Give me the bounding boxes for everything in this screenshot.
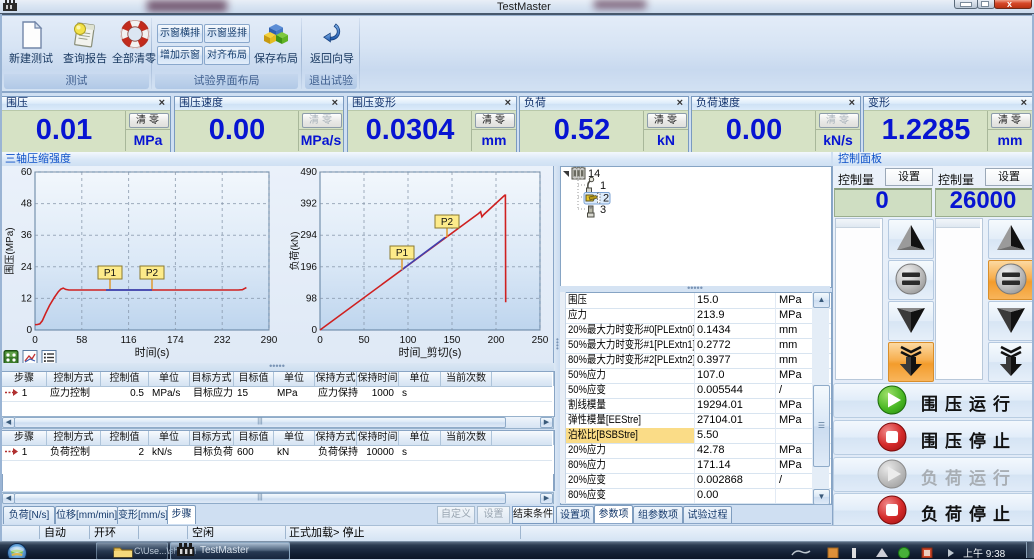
svg-text:100: 100: [400, 335, 417, 346]
svg-text:98: 98: [306, 293, 318, 304]
svg-text:60: 60: [21, 167, 33, 178]
svg-text:P2: P2: [146, 268, 159, 279]
svg-text:时间_剪切(s): 时间_剪切(s): [399, 345, 462, 359]
svg-text:250: 250: [532, 335, 549, 346]
svg-text:116: 116: [121, 335, 137, 346]
svg-text:232: 232: [214, 335, 231, 346]
svg-text:196: 196: [300, 262, 317, 273]
svg-text:392: 392: [300, 199, 317, 210]
svg-text:50: 50: [358, 335, 370, 346]
svg-text:3: 3: [600, 204, 606, 216]
svg-text:P1: P1: [104, 268, 117, 279]
svg-text:负荷(kN): 负荷(kN): [288, 232, 301, 271]
svg-text:290: 290: [261, 335, 278, 346]
svg-text:24: 24: [21, 262, 33, 273]
svg-text:294: 294: [300, 230, 317, 241]
svg-text:174: 174: [167, 335, 184, 346]
svg-text:58: 58: [76, 335, 88, 346]
svg-text:200: 200: [488, 335, 505, 346]
svg-text:围压(MPa): 围压(MPa): [4, 227, 16, 274]
svg-text:150: 150: [444, 335, 461, 346]
svg-text:36: 36: [21, 230, 33, 241]
svg-text:0: 0: [32, 335, 38, 346]
svg-text:时间(s): 时间(s): [135, 346, 170, 359]
svg-text:12: 12: [21, 293, 33, 304]
svg-text:490: 490: [300, 167, 317, 178]
svg-text:0: 0: [317, 335, 323, 346]
svg-text:P2: P2: [441, 217, 454, 228]
svg-text:P1: P1: [396, 248, 409, 259]
svg-text:48: 48: [21, 199, 33, 210]
svg-text:1: 1: [600, 180, 606, 192]
svg-text:2: 2: [603, 193, 609, 205]
